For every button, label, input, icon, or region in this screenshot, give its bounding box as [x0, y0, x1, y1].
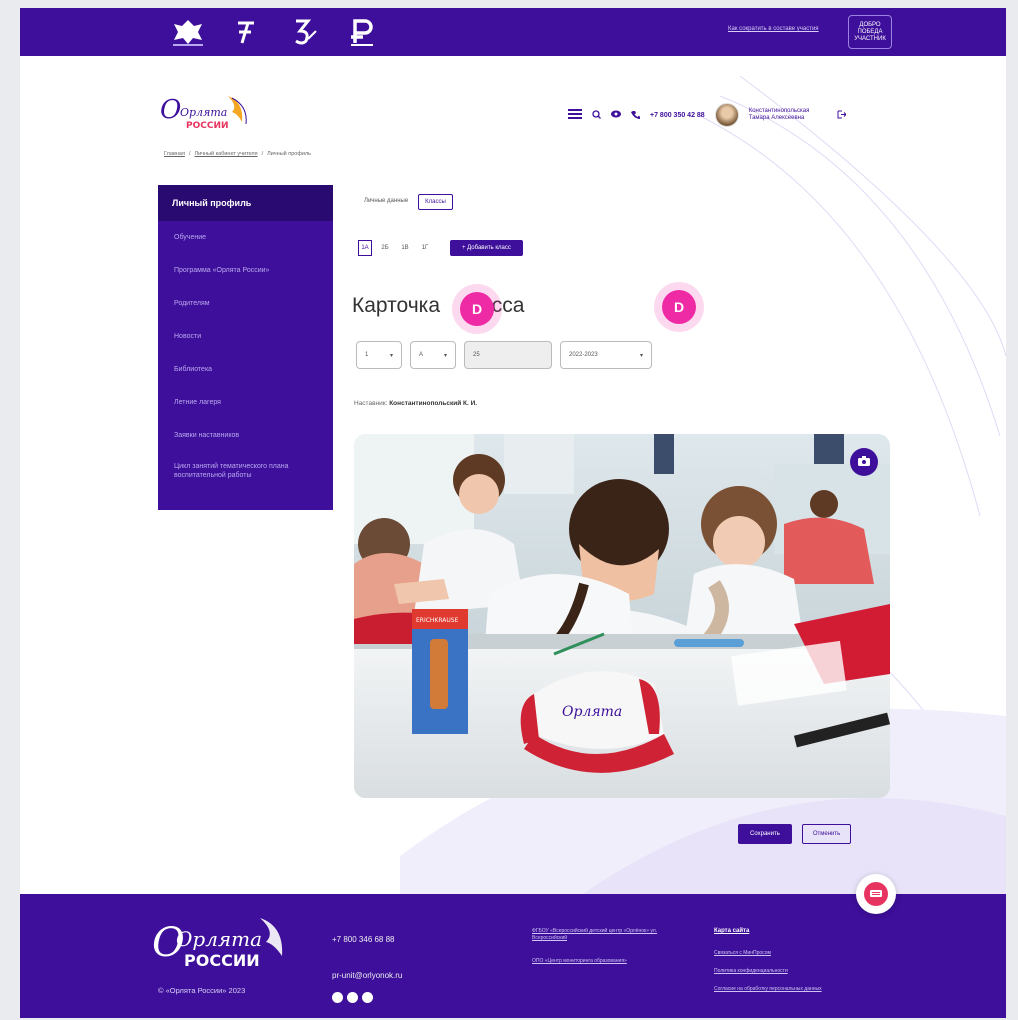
logout-icon[interactable] [837, 110, 847, 121]
sidebar-item-mentors[interactable]: Заявки наставников [158, 419, 333, 452]
site-logo[interactable]: O Орлята РОССИИ [158, 88, 268, 138]
header-phone[interactable]: +7 800 350 42 88 [650, 112, 705, 119]
class-item[interactable]: 1В [398, 240, 412, 256]
sitemap-link[interactable]: Карта сайта [714, 928, 834, 934]
top-link[interactable]: Как сократить в составе участия [728, 26, 819, 32]
grade-select[interactable]: 1 ▾ [356, 341, 402, 369]
students-count-field[interactable]: 25 [464, 341, 552, 369]
footer-contacts: +7 800 346 68 88 pr-unit@orlyonok.ru [332, 922, 402, 1003]
badge-line: УЧАСТНИК [854, 35, 886, 42]
footer-logo-text-top: Орлята [176, 927, 262, 951]
emblem-logo[interactable] [170, 16, 206, 48]
youtube-icon[interactable] [362, 992, 373, 1003]
class-item[interactable]: 2Б [378, 240, 392, 256]
volunteer-badge[interactable]: ДОБРО ПОБЕДА УЧАСТНИК [848, 15, 892, 49]
title-start: Карточка [352, 294, 440, 317]
header-actions: +7 800 350 42 88 Константинопольская Там… [568, 103, 847, 127]
form-actions: Сохранить Отменить [738, 824, 852, 844]
sidebar-item-education[interactable]: Обучение [158, 221, 333, 254]
digital-logo[interactable] [228, 16, 264, 48]
chevron-down-icon: ▾ [639, 352, 643, 359]
sidebar-item-news[interactable]: Новости [158, 320, 333, 353]
footer-logo[interactable]: O Орлята РОССИИ [150, 912, 290, 972]
breadcrumb-separator: / [261, 151, 264, 157]
svg-text:O: O [160, 95, 181, 125]
cancel-button[interactable]: Отменить [801, 824, 852, 844]
tab-personal-data[interactable]: Личные данные [358, 194, 414, 210]
footer-links: Карта сайта Связаться с МинПросом Полити… [714, 928, 834, 1004]
year-value: 2022-2023 [569, 352, 598, 358]
user-name[interactable]: Константинопольская Тамара Алексеевна [749, 108, 827, 122]
footer-link[interactable]: Политика конфиденциальности [714, 968, 834, 974]
sidebar-item-camps[interactable]: Летние лагеря [158, 386, 333, 419]
class-item[interactable]: 1Г [418, 240, 432, 256]
sidebar-item-library[interactable]: Библиотека [158, 353, 333, 386]
footer-doc-link[interactable]: ОПО «Центр мониторинга образования» [532, 958, 692, 965]
sidebar: Личный профиль Обучение Программа «Орлят… [158, 185, 333, 510]
page-title: Карточка сса [352, 294, 524, 318]
sidebar-item-parents[interactable]: Родителям [158, 287, 333, 320]
avatar[interactable] [714, 103, 739, 127]
breadcrumb-cabinet[interactable]: Личный кабинет учителя [194, 151, 257, 157]
camera-icon [858, 453, 870, 471]
menu-icon[interactable] [568, 109, 582, 121]
culture-logo[interactable] [286, 16, 322, 48]
chat-icon [864, 882, 888, 906]
footer-link[interactable]: Согласие на обработку персональных данны… [714, 986, 834, 992]
cap-logo-text: Орлята [562, 704, 622, 720]
logo-text-top: Орлята [180, 106, 227, 119]
chevron-down-icon: ▾ [443, 352, 447, 359]
class-item[interactable]: 1А [358, 240, 372, 256]
letter-value: А [419, 352, 424, 358]
footer: O Орлята РОССИИ © «Орлята России» 2023 +… [20, 894, 1006, 1018]
grade-value: 1 [365, 352, 369, 358]
chevron-down-icon: ▾ [389, 352, 393, 359]
ok-icon[interactable] [347, 992, 358, 1003]
class-photo: ERICHKRAUSE Орлята [354, 434, 890, 798]
footer-link[interactable]: Связаться с МинПросом [714, 950, 834, 956]
letter-select[interactable]: А ▾ [410, 341, 456, 369]
copyright: © «Орлята России» 2023 [158, 986, 246, 995]
sidebar-item-program[interactable]: Программа «Орлята России» [158, 254, 333, 287]
page: Как сократить в составе участия ДОБРО ПО… [20, 8, 1006, 1018]
phone-icon [631, 110, 640, 121]
breadcrumb-home[interactable]: Главная [164, 151, 185, 157]
badge-line: ДОБРО [859, 21, 881, 28]
class-selector: 1А 2Б 1В 1Г + Добавить класс [358, 240, 523, 256]
sidebar-item-profile[interactable]: Личный профиль [158, 185, 333, 221]
add-class-button[interactable]: + Добавить класс [450, 240, 523, 256]
year-select[interactable]: 2022-2023 ▾ [560, 341, 652, 369]
tab-classes[interactable]: Классы [418, 194, 453, 210]
footer-doc-link[interactable]: ФГБОУ «Всероссийский детский центр «Орлё… [532, 928, 692, 942]
vk-icon[interactable] [332, 992, 343, 1003]
breadcrumb: Главная / Личный кабинет учителя / Личны… [164, 151, 311, 157]
logo-text-bottom: РОССИИ [186, 121, 229, 131]
title-end: сса [491, 294, 525, 317]
cursor-marker: D [460, 292, 494, 326]
breadcrumb-current: Личный профиль [267, 151, 312, 157]
top-bar: Как сократить в составе участия ДОБРО ПО… [20, 8, 1006, 56]
footer-docs: ФГБОУ «Всероссийский детский центр «Орлё… [532, 928, 692, 981]
footer-logo-text-bottom: РОССИИ [184, 951, 260, 970]
search-icon[interactable] [592, 109, 601, 121]
class-fields: 1 ▾ А ▾ 25 2022-2023 ▾ [356, 341, 652, 369]
visually-impaired-icon[interactable] [611, 110, 621, 120]
mentor-label: Наставник: [354, 400, 388, 407]
partner-logos [170, 16, 380, 48]
cursor-marker: D [662, 290, 696, 324]
box-label: ERICHKRAUSE [416, 617, 459, 624]
breadcrumb-separator: / [188, 151, 191, 157]
upload-photo-button[interactable] [850, 448, 878, 476]
students-count-value: 25 [473, 352, 480, 358]
save-button[interactable]: Сохранить [738, 824, 792, 844]
profile-tabs: Личные данные Классы [358, 194, 453, 210]
mentor-line: Наставник: Константинопольский К. И. [354, 400, 477, 407]
footer-email[interactable]: pr-unit@orlyonok.ru [332, 958, 402, 994]
rutube-logo[interactable] [344, 16, 380, 48]
footer-phone[interactable]: +7 800 346 68 88 [332, 922, 402, 958]
badge-line: ПОБЕДА [857, 28, 883, 35]
sidebar-item-lessons[interactable]: Цикл занятий тематического плана воспита… [158, 452, 333, 500]
chat-button[interactable] [856, 874, 896, 914]
mentor-name: Константинопольский К. И. [389, 400, 478, 407]
